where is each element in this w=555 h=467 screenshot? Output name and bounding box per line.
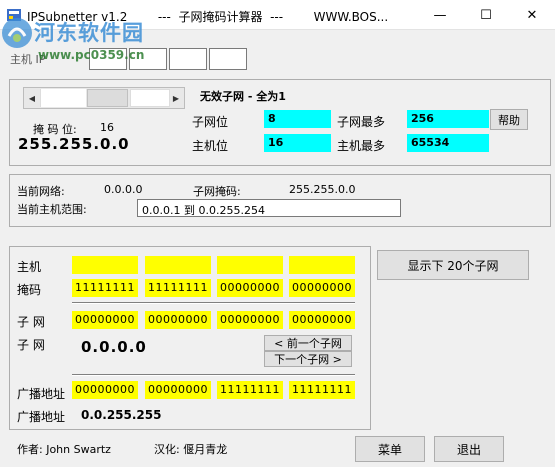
separator — [72, 374, 355, 376]
help-button[interactable]: 帮助 — [490, 109, 528, 130]
broadcast-octet-2: 00000000 — [145, 381, 211, 399]
broadcast-octet-1: 00000000 — [72, 381, 138, 399]
author-label: 作者: John Swartz — [17, 443, 111, 456]
subnet-mask-label: 子网掩码: — [193, 185, 241, 198]
mask-bits-value: 16 — [100, 121, 114, 134]
localizer-label: 汉化: 偃月青龙 — [154, 443, 228, 456]
subnet-octet-4: 00000000 — [289, 311, 355, 329]
watermark-url: www.pc0359.cn — [38, 48, 145, 62]
scroll-thumb[interactable] — [87, 89, 128, 107]
exit-button[interactable]: 退出 — [434, 436, 504, 462]
maximize-button[interactable]: ☐ — [463, 0, 509, 30]
menu-button[interactable]: 菜单 — [355, 436, 425, 462]
prev-subnet-button[interactable]: < 前一个子网 — [264, 335, 352, 351]
scroll-left-icon[interactable]: ◀ — [24, 88, 40, 108]
broadcast-decimal-label: 广播地址 — [17, 410, 66, 424]
ip-octet-4-input[interactable] — [209, 48, 247, 70]
mask-value: 255.255.0.0 — [18, 135, 130, 153]
subnet-decimal-label: 子 网 — [17, 338, 45, 352]
subnet-row-label: 子 网 — [17, 315, 45, 329]
mask-octet-2: 11111111 — [145, 279, 211, 297]
scroll-right-icon[interactable]: ▶ — [168, 88, 184, 108]
mask-octet-3: 00000000 — [217, 279, 283, 297]
current-network-label: 当前网络: — [17, 185, 65, 198]
watermark-title: 河东软件园 — [34, 20, 144, 45]
max-hosts-value: 65534 — [407, 134, 489, 152]
subnet-octet-3: 00000000 — [217, 311, 283, 329]
close-button[interactable]: ✕ — [509, 0, 555, 30]
broadcast-octet-4: 11111111 — [289, 381, 355, 399]
broadcast-row-label: 广播地址 — [17, 387, 66, 401]
host-range-field[interactable]: 0.0.0.1 到 0.0.255.254 — [137, 199, 401, 217]
watermark-logo — [0, 16, 34, 50]
mask-octet-4: 00000000 — [289, 279, 355, 297]
current-network-value: 0.0.0.0 — [104, 183, 143, 196]
subnet-mask-value: 255.255.0.0 — [289, 183, 356, 196]
host-octet-2 — [145, 256, 211, 274]
host-octet-4 — [289, 256, 355, 274]
host-octet-3 — [217, 256, 283, 274]
ip-octet-3-input[interactable] — [169, 48, 207, 70]
max-subnets-label: 子网最多 — [337, 115, 386, 129]
subnet-decimal-value: 0.0.0.0 — [81, 338, 147, 356]
host-octet-1 — [72, 256, 138, 274]
host-row-label: 主机 — [17, 260, 42, 274]
broadcast-decimal-value: 0.0.255.255 — [81, 408, 162, 422]
subnet-octet-2: 00000000 — [145, 311, 211, 329]
scroll-track-right[interactable] — [130, 89, 170, 107]
subnet-bits-label: 子网位 — [192, 115, 229, 129]
broadcast-octet-3: 11111111 — [217, 381, 283, 399]
max-hosts-label: 主机最多 — [337, 139, 386, 153]
host-bits-label: 主机位 — [192, 139, 229, 153]
host-bits-value: 16 — [264, 134, 331, 152]
subnet-bits-value: 8 — [264, 110, 331, 128]
separator — [72, 302, 355, 304]
max-subnets-value: 256 — [407, 110, 489, 128]
subnet-status: 无效子网 - 全为1 — [200, 90, 286, 103]
mask-bits-scrollbar[interactable]: ◀ ▶ — [23, 87, 185, 109]
subnet-octet-1: 00000000 — [72, 311, 138, 329]
mask-octet-1: 11111111 — [72, 279, 138, 297]
scroll-track-left[interactable] — [40, 89, 86, 107]
host-range-label: 当前主机范围: — [17, 203, 87, 216]
mask-row-label: 掩码 — [17, 283, 42, 297]
minimize-button[interactable]: — — [417, 0, 463, 30]
show-subnets-button[interactable]: 显示下 20个子网 — [377, 250, 529, 280]
next-subnet-button[interactable]: 下一个子网 > — [264, 351, 352, 367]
